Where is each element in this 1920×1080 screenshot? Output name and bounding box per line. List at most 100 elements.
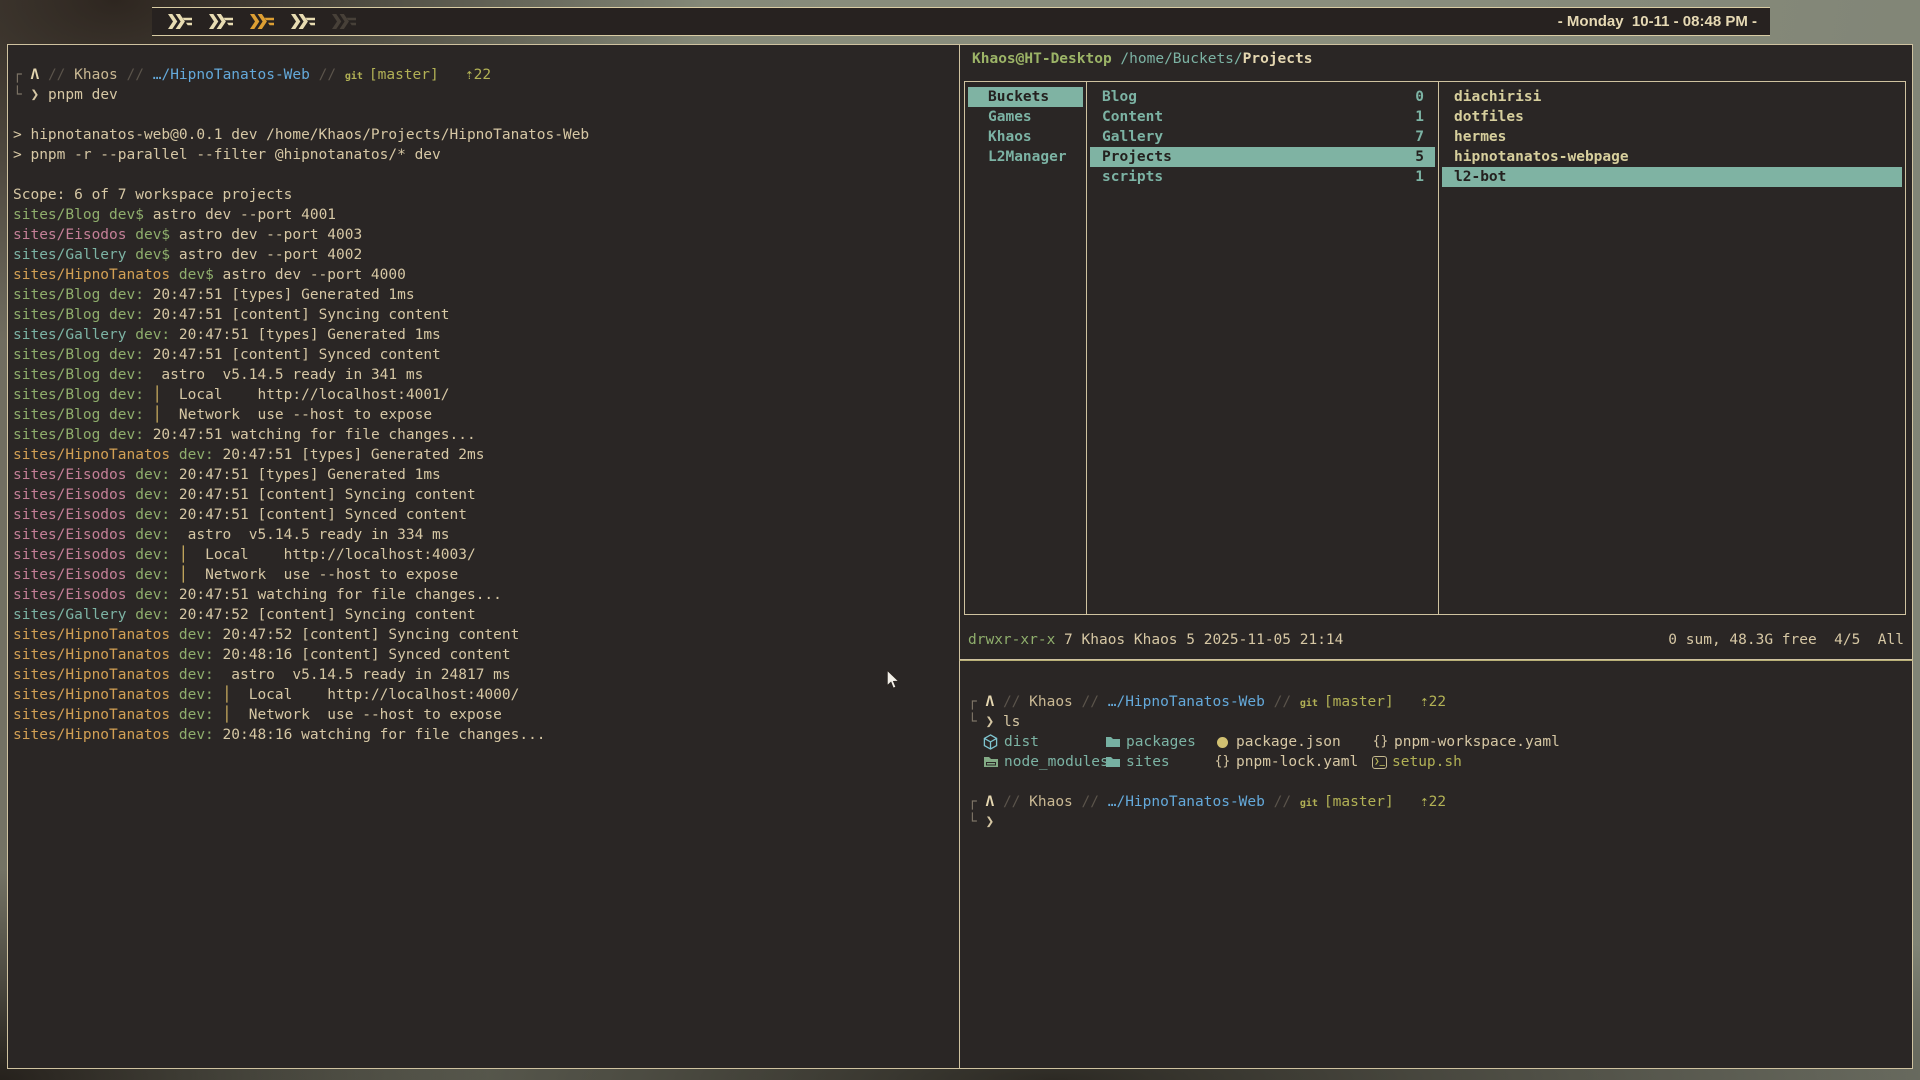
terminal-line: sites/Blog dev: 20:47:51 [content] Synce… [13,345,959,365]
workspace-3-icon[interactable] [250,14,274,29]
terminal-line: ┌ Λ // Khaos // …/HipnoTanatos-Web // gi… [13,65,959,85]
disk-usage-status: 0 sum, 48.3G free 4/5 All [1668,630,1904,650]
blank-line [968,772,1912,792]
terminal-line: sites/HipnoTanatos dev: 20:48:16 [conten… [13,645,959,665]
terminal-right-pane[interactable]: ┌ Λ // Khaos // …/HipnoTanatos-Web // gi… [959,660,1913,1069]
folder-icon [1104,734,1121,750]
ls-output: dist packages package.json {}pnpm-workspace… [968,732,1912,772]
desktop: { "palette":{ "terminal_bg":"#2a2625","b… [0,0,1920,1080]
terminal-line: ┌ Λ // Khaos // …/HipnoTanatos-Web // gi… [968,792,1912,812]
terminal-line: └ ❯ pnpm dev [13,85,959,105]
file-entry-pnpm-workspace.yaml: {}pnpm-workspace.yaml [1372,732,1560,752]
file-row-hermes[interactable]: hermes [1442,127,1902,147]
ls-row: node_modulessites {}pnpm-lock.yaml ❯_setup… [968,752,1912,772]
file-row-dotfiles[interactable]: dotfiles [1442,107,1902,127]
braces-icon: {} [1214,754,1231,770]
terminal-line: sites/Eisodos dev$ astro dev --port 4003 [13,225,959,245]
file-entry-packages: packages [1104,732,1196,752]
file-manager-pane[interactable]: Khaos@HT-Desktop /home/Buckets/Projects … [959,44,1913,660]
terminal-line: sites/HipnoTanatos dev: 20:48:16 watchin… [13,725,959,745]
terminal-line: sites/Eisodos dev: 20:47:51 watching for… [13,585,959,605]
file-entry-pnpm-lock.yaml: {}pnpm-lock.yaml [1214,752,1358,772]
terminal-line: sites/HipnoTanatos dev: 20:47:52 [conten… [13,625,959,645]
file-manager-path-header: Khaos@HT-Desktop /home/Buckets/Projects [972,51,1312,67]
parent-directory-column: BucketsGamesKhaosL2Manager [965,82,1087,614]
terminal-line [13,105,959,125]
terminal-line: sites/Blog dev: astro v5.14.5 ready in 3… [13,365,959,385]
file-entry-setup.sh: ❯_setup.sh [1372,752,1462,772]
terminal-line: └ ❯ [968,812,1912,832]
mouse-pointer-icon [884,670,902,694]
file-manager-statusbar: drwxr-xr-x 7 Khaos Khaos 5 2025-11-05 21… [968,630,1904,650]
terminal-line: sites/Eisodos dev: │ Local http://localh… [13,545,959,565]
terminal-line: sites/Eisodos dev: astro v5.14.5 ready i… [13,525,959,545]
terminal-line: sites/Gallery dev: 20:47:51 [types] Gene… [13,325,959,345]
subfile-count: 7 [1415,127,1424,147]
file-permissions-status: drwxr-xr-x 7 Khaos Khaos 5 2025-11-05 21… [968,630,1343,650]
file-manager-columns: BucketsGamesKhaosL2Manager Blog0Content1… [964,81,1906,615]
terminal-line: sites/HipnoTanatos dev: │ Network use --… [13,705,959,725]
terminal-line: sites/Eisodos dev: 20:47:51 [content] Sy… [13,485,959,505]
subfile-count: 5 [1415,147,1424,167]
preview-column: diachirisidotfileshermeshipnotanatos-web… [1439,82,1905,614]
braces-icon: {} [1372,734,1389,750]
terminal-line: sites/HipnoTanatos dev$ astro dev --port… [13,265,959,285]
workspace-4-icon[interactable] [291,14,315,29]
terminal-left-pane[interactable]: ┌ Λ // Khaos // …/HipnoTanatos-Web // gi… [7,44,960,1069]
workspace-switcher [152,14,356,29]
terminal-line: sites/Gallery dev$ astro dev --port 4002 [13,245,959,265]
terminal-line: sites/HipnoTanatos dev: │ Local http://l… [13,685,959,705]
file-row-hipnotanatos-webpage[interactable]: hipnotanatos-webpage [1442,147,1902,167]
file-entry-sites: sites [1104,752,1170,772]
file-entry-node_modules: node_modules [982,752,1109,772]
shell-script-icon: ❯_ [1372,756,1387,769]
file-row-Blog[interactable]: Blog0 [1090,87,1435,107]
subfile-count: 1 [1415,107,1424,127]
terminal-line: sites/Blog dev: │ Network use --host to … [13,405,959,425]
top-bar: - Monday 10-11 - 08:48 PM - [152,7,1770,36]
terminal-line: sites/HipnoTanatos dev: 20:47:51 [types]… [13,445,959,465]
file-row-scripts[interactable]: scripts1 [1090,167,1435,187]
file-row-Games[interactable]: Games [968,107,1083,127]
npm-folder-icon [982,754,999,770]
ls-row: dist packages package.json {}pnpm-workspace… [968,732,1912,752]
idle-prompt: ┌ Λ // Khaos // …/HipnoTanatos-Web // gi… [968,792,1912,832]
terminal-right-output: ┌ Λ // Khaos // …/HipnoTanatos-Web // gi… [960,661,1912,832]
file-row-Khaos[interactable]: Khaos [968,127,1083,147]
terminal-line: sites/Eisodos dev: 20:47:51 [content] Sy… [13,505,959,525]
terminal-line: sites/Blog dev$ astro dev --port 4001 [13,205,959,225]
terminal-line: sites/Blog dev: 20:47:51 [types] Generat… [13,285,959,305]
terminal-line: sites/Gallery dev: 20:47:52 [content] Sy… [13,605,959,625]
terminal-line: sites/Eisodos dev: 20:47:51 [types] Gene… [13,465,959,485]
clock: - Monday 10-11 - 08:48 PM - [1558,13,1770,30]
json-circle-icon [1214,734,1231,750]
terminal-line: > pnpm -r --parallel --filter @hipnotana… [13,145,959,165]
terminal-line: └ ❯ ls [968,712,1912,732]
workspace-1-icon[interactable] [168,14,192,29]
subfile-count: 1 [1415,167,1424,187]
file-row-diachirisi[interactable]: diachirisi [1442,87,1902,107]
file-entry-package.json: package.json [1214,732,1341,752]
terminal-line: > hipnotanatos-web@0.0.1 dev /home/Khaos… [13,125,959,145]
file-row-Buckets[interactable]: Buckets [968,87,1083,107]
ls-command-prompt: ┌ Λ // Khaos // …/HipnoTanatos-Web // gi… [968,692,1912,732]
terminal-line: sites/HipnoTanatos dev: astro v5.14.5 re… [13,665,959,685]
file-row-Projects[interactable]: Projects5 [1090,147,1435,167]
file-row-Content[interactable]: Content1 [1090,107,1435,127]
file-row-L2Manager[interactable]: L2Manager [968,147,1083,167]
current-directory-column: Blog0Content1Gallery7Projects5scripts1 [1087,82,1439,614]
file-row-Gallery[interactable]: Gallery7 [1090,127,1435,147]
workspace-2-icon[interactable] [209,14,233,29]
terminal-line: sites/Blog dev: │ Local http://localhost… [13,385,959,405]
package-box-icon [982,734,999,750]
terminal-line: sites/Blog dev: 20:47:51 watching for fi… [13,425,959,445]
workspace-5-icon[interactable] [332,14,356,29]
terminal-line: ┌ Λ // Khaos // …/HipnoTanatos-Web // gi… [968,692,1912,712]
file-entry-dist: dist [982,732,1039,752]
terminal-line: sites/Blog dev: 20:47:51 [content] Synci… [13,305,959,325]
terminal-left-output: ┌ Λ // Khaos // …/HipnoTanatos-Web // gi… [8,45,959,745]
terminal-line: Scope: 6 of 7 workspace projects [13,185,959,205]
folder-icon [1104,754,1121,770]
terminal-line: sites/Eisodos dev: │ Network use --host … [13,565,959,585]
file-row-l2-bot[interactable]: l2-bot [1442,167,1902,187]
